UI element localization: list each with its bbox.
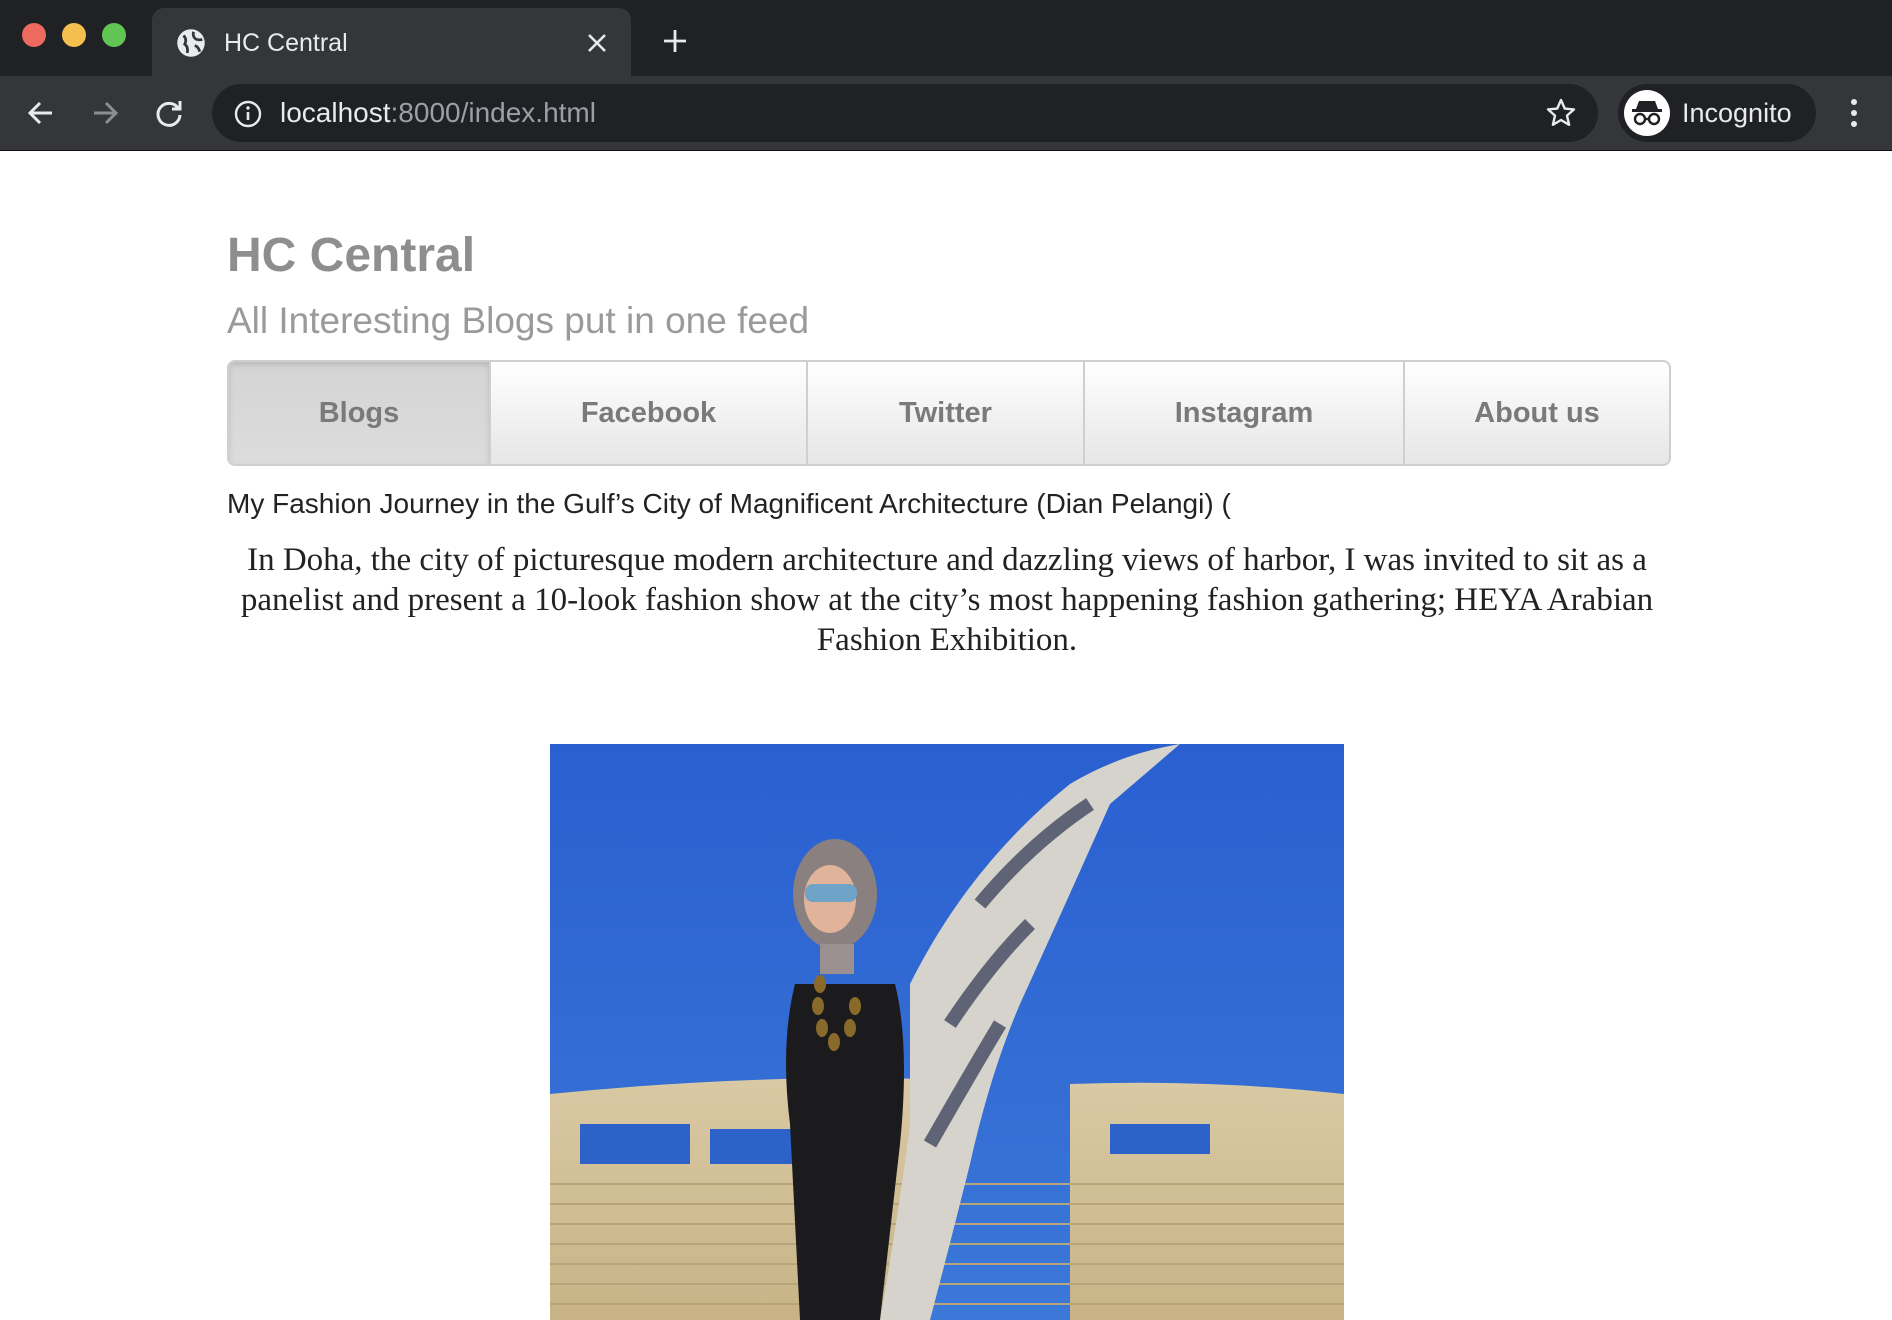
browser-tab-bar: HC Central [0,0,1892,76]
post-excerpt: In Doha, the city of picturesque modern … [240,542,1654,658]
post-image [550,744,1344,1320]
nav-item-about-us[interactable]: About us [1405,362,1669,464]
minimize-window-button[interactable] [62,23,86,47]
nav-item-facebook[interactable]: Facebook [491,362,808,464]
incognito-label: Incognito [1682,98,1792,128]
reload-icon[interactable] [152,96,186,130]
address-bar[interactable]: localhost:8000/index.html [212,84,1598,142]
site-title: HC Central [227,229,476,282]
more-menu-icon[interactable] [1844,96,1864,130]
close-window-button[interactable] [22,23,46,47]
back-arrow-icon[interactable] [24,96,58,130]
incognito-icon [1624,90,1670,136]
nav-item-instagram[interactable]: Instagram [1085,362,1405,464]
main-nav: Blogs Facebook Twitter Instagram About u… [227,360,1671,466]
new-tab-icon[interactable] [662,28,688,54]
fashion-photo [550,744,1344,1320]
forward-arrow-icon[interactable] [88,96,122,130]
globe-icon [177,29,205,57]
url-text[interactable]: localhost:8000/index.html [280,97,596,129]
nav-item-blogs[interactable]: Blogs [229,362,491,464]
browser-toolbar: localhost:8000/index.html Incognito [0,76,1892,151]
site-subtitle: All Interesting Blogs put in one feed [227,300,810,341]
info-icon[interactable] [234,100,262,128]
bookmark-star-icon[interactable] [1546,98,1576,128]
url-host: localhost [280,97,391,128]
url-path: :8000/index.html [390,97,596,128]
nav-item-twitter[interactable]: Twitter [808,362,1085,464]
post-title-link[interactable]: My Fashion Journey in the Gulf’s City of… [227,488,1231,520]
maximize-window-button[interactable] [102,23,126,47]
close-tab-icon[interactable] [586,32,608,54]
incognito-profile-button[interactable]: Incognito [1618,84,1816,142]
browser-tab[interactable]: HC Central [152,8,631,76]
tab-title: HC Central [224,29,348,57]
